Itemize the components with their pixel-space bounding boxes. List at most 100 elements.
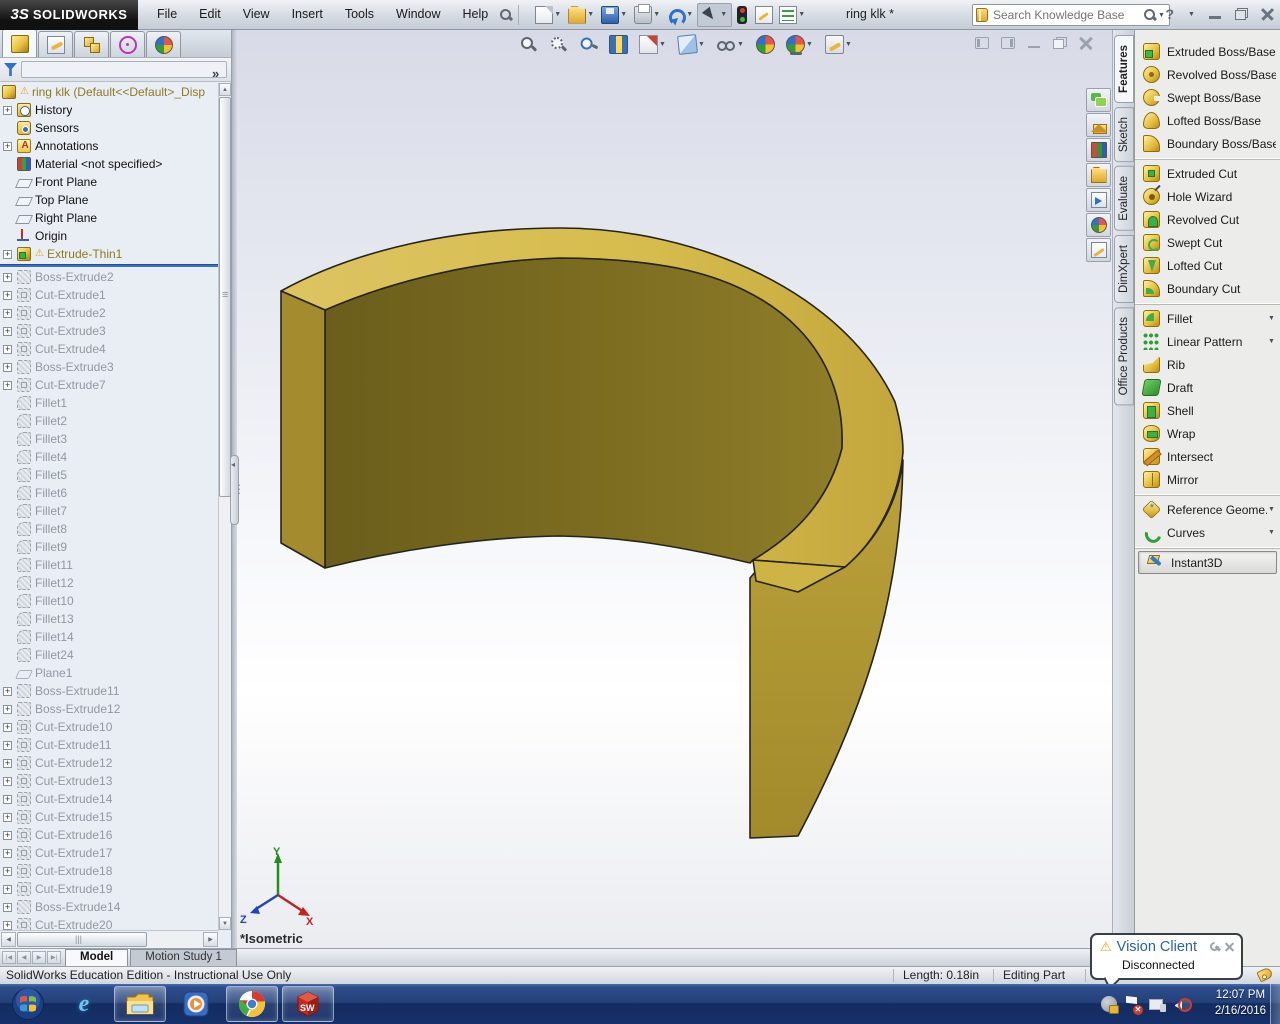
expander-icon[interactable]: [3, 362, 12, 372]
apply-scene-button[interactable]: [753, 33, 778, 56]
insert-menu[interactable]: Insert: [281, 0, 334, 29]
feature-linear-pattern-button[interactable]: Linear Pattern: [1135, 330, 1280, 353]
hide-show-items-button[interactable]: [714, 33, 748, 56]
wrench-settings-icon[interactable]: [1210, 942, 1220, 952]
feature-wrap-button[interactable]: Wrap: [1135, 422, 1280, 445]
panel-splitter[interactable]: [230, 30, 245, 948]
zoom-selection-button[interactable]: [576, 33, 601, 56]
feature-boundary-boss-base-button[interactable]: Boundary Boss/Base: [1135, 132, 1280, 155]
expander-icon[interactable]: [3, 920, 12, 930]
expander-icon[interactable]: [3, 848, 12, 858]
rebuild-traffic-light-button[interactable]: [732, 3, 752, 27]
expander-icon[interactable]: [3, 776, 12, 786]
tree-item-sensors[interactable]: Sensors: [0, 119, 218, 137]
tree-item-cut-extrude10[interactable]: Cut-Extrude10: [0, 718, 218, 736]
last-tab-icon[interactable]: ▶|: [47, 951, 61, 964]
tree-item-fillet13[interactable]: Fillet13: [0, 610, 218, 628]
expander-icon[interactable]: [3, 272, 12, 282]
tree-item-fillet4[interactable]: Fillet4: [0, 448, 218, 466]
tree-item-fillet10[interactable]: Fillet10: [0, 592, 218, 610]
help-caret-icon[interactable]: [1187, 11, 1196, 18]
appearances-button[interactable]: [1086, 213, 1111, 237]
hidden-icons-lock-icon[interactable]: [1101, 996, 1119, 1014]
dropdown-caret-icon[interactable]: [844, 41, 853, 48]
dropdown-caret-icon[interactable]: [685, 11, 694, 18]
edit-appearance-button[interactable]: [822, 33, 856, 56]
help-menu[interactable]: Help: [452, 0, 500, 29]
expander-icon[interactable]: [3, 740, 12, 750]
expander-icon[interactable]: [3, 758, 12, 768]
expander-icon[interactable]: [3, 884, 12, 894]
tree-item-history[interactable]: History: [0, 101, 218, 119]
tree-item-cut-extrude17[interactable]: Cut-Extrude17: [0, 844, 218, 862]
expander-icon[interactable]: [3, 794, 12, 804]
scroll-down-arrow-icon[interactable]: [219, 917, 231, 930]
expander-icon[interactable]: [3, 722, 12, 732]
popup-close-icon[interactable]: [1225, 942, 1235, 952]
solidworks-taskbar-button[interactable]: SW: [282, 986, 334, 1022]
undo-button[interactable]: [664, 3, 697, 27]
select-arrow-button[interactable]: [697, 2, 733, 27]
search-icon[interactable]: [1143, 8, 1157, 22]
expander-icon[interactable]: [3, 326, 12, 336]
view-settings-button[interactable]: [783, 33, 817, 56]
tree-item-right-plane[interactable]: Right Plane: [0, 209, 218, 227]
tab-model[interactable]: Model: [65, 949, 129, 966]
file-properties-button[interactable]: [752, 3, 776, 27]
feature-lofted-boss-base-button[interactable]: Lofted Boss/Base: [1135, 109, 1280, 132]
zoom-fit-button[interactable]: [516, 33, 541, 56]
expander-icon[interactable]: [3, 830, 12, 840]
tree-item-cut-extrude2[interactable]: Cut-Extrude2: [0, 304, 218, 322]
tree-item-fillet24[interactable]: Fillet24: [0, 646, 218, 664]
next-tab-icon[interactable]: ▶: [32, 951, 46, 964]
feature-curves-button[interactable]: Curves: [1135, 521, 1280, 544]
dropdown-caret-icon[interactable]: [1267, 315, 1276, 322]
custom-properties-button[interactable]: [1086, 238, 1111, 262]
tree-item-boss-extrude2[interactable]: Boss-Extrude2: [0, 268, 218, 286]
feature-intersect-button[interactable]: Intersect: [1135, 445, 1280, 468]
tree-item-fillet8[interactable]: Fillet8: [0, 520, 218, 538]
feature-revolved-cut-button[interactable]: Revolved Cut: [1135, 208, 1280, 231]
tree-item-plane1[interactable]: Plane1: [0, 664, 218, 682]
expander-icon[interactable]: [3, 686, 12, 696]
viewport-minimize-icon[interactable]: [1027, 37, 1041, 49]
view-orientation-button[interactable]: [636, 33, 670, 56]
feature-fillet-button[interactable]: Fillet: [1135, 307, 1280, 330]
restore-button[interactable]: [1235, 8, 1248, 20]
tree-item-fillet9[interactable]: Fillet9: [0, 538, 218, 556]
file-explorer-button[interactable]: [1086, 163, 1111, 187]
edit-menu[interactable]: Edit: [188, 0, 232, 29]
tree-item-front-plane[interactable]: Front Plane: [0, 173, 218, 191]
previous-tab-icon[interactable]: ◀: [17, 951, 31, 964]
new-document-button[interactable]: [532, 3, 565, 27]
tree-item-boss-extrude12[interactable]: Boss-Extrude12: [0, 700, 218, 718]
open-button[interactable]: [565, 3, 598, 27]
expander-icon[interactable]: [3, 141, 12, 151]
tab-motion-study[interactable]: Motion Study 1: [130, 949, 237, 966]
tree-item-cut-extrude18[interactable]: Cut-Extrude18: [0, 862, 218, 880]
dropdown-caret-icon[interactable]: [719, 11, 728, 18]
knowledge-base-search[interactable]: [972, 4, 1170, 26]
feature-rib-button[interactable]: Rib: [1135, 353, 1280, 376]
vertical-scroll-thumb[interactable]: [219, 97, 231, 497]
tree-item-fillet7[interactable]: Fillet7: [0, 502, 218, 520]
section-view-button[interactable]: [606, 33, 631, 56]
tab-dimxpert[interactable]: DimXpert: [1114, 234, 1134, 303]
feature-mirror-button[interactable]: Mirror: [1135, 468, 1280, 491]
network-status-icon[interactable]: [1149, 997, 1166, 1012]
expander-icon[interactable]: [3, 290, 12, 300]
dropdown-caret-icon[interactable]: [736, 41, 745, 48]
tree-item-fillet3[interactable]: Fillet3: [0, 430, 218, 448]
dropdown-caret-icon[interactable]: [1267, 529, 1276, 536]
tree-item-cut-extrude4[interactable]: Cut-Extrude4: [0, 340, 218, 358]
tree-item-cut-extrude20[interactable]: Cut-Extrude20: [0, 916, 218, 930]
chrome-button[interactable]: [226, 986, 278, 1022]
viewport-restore-icon[interactable]: [1053, 37, 1067, 49]
tree-item-boss-extrude14[interactable]: Boss-Extrude14: [0, 898, 218, 916]
expander-icon[interactable]: [3, 812, 12, 822]
windows-explorer-button[interactable]: [114, 986, 166, 1022]
taskbar-clock[interactable]: 12:07 PM 2/16/2016: [1215, 987, 1266, 1019]
window-menu[interactable]: Window: [385, 0, 451, 29]
tree-item-fillet1[interactable]: Fillet1: [0, 394, 218, 412]
close-button[interactable]: [1261, 8, 1274, 20]
